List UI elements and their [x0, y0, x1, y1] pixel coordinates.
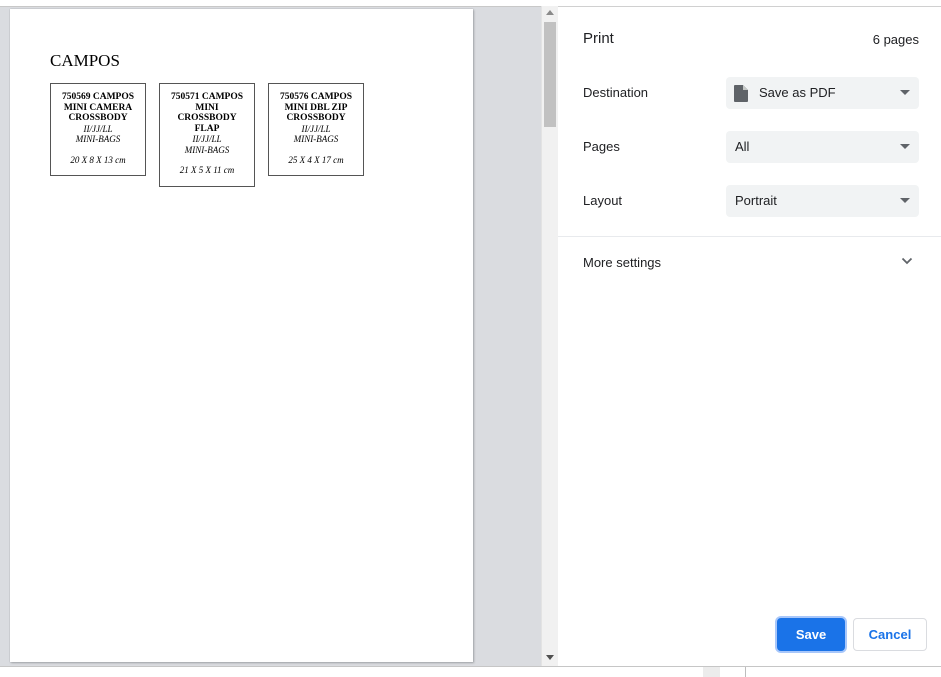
product-title: 750569 CAMPOS MINI CAMERA CROSSBODY — [61, 92, 135, 123]
product-codes: II/JJ/LL — [83, 123, 113, 134]
save-button[interactable]: Save — [777, 618, 845, 651]
more-settings-toggle[interactable]: More settings — [558, 247, 941, 277]
layout-label: Layout — [583, 193, 623, 208]
product-codes: II/JJ/LL — [192, 134, 222, 144]
product-card: 750576 CAMPOS MINI DBL ZIP CROSSBODY II/… — [268, 83, 364, 176]
destination-value: Save as PDF — [759, 85, 836, 100]
product-dimensions: 20 X 8 X 13 cm — [70, 154, 126, 165]
product-card: 750571 CAMPOS MINI CROSSBODY FLAP II/JJ/… — [159, 83, 255, 187]
dropdown-caret-icon — [900, 144, 910, 149]
destination-label: Destination — [583, 85, 649, 100]
pages-label: Pages — [583, 139, 620, 154]
product-card: 750569 CAMPOS MINI CAMERA CROSSBODY II/J… — [50, 83, 146, 176]
chevron-down-icon — [901, 257, 913, 265]
layout-value: Portrait — [735, 193, 777, 208]
bottom-divider — [745, 667, 746, 677]
document-icon — [734, 85, 748, 102]
preview-scrollbar[interactable] — [541, 6, 558, 666]
preview-page: CAMPOS 750569 CAMPOS MINI CAMERA CROSSBO… — [10, 9, 473, 662]
page-heading: CAMPOS — [50, 51, 120, 70]
destination-select[interactable]: Save as PDF — [726, 77, 919, 109]
product-dimensions: 25 X 4 X 17 cm — [288, 154, 344, 165]
product-category: MINI-BAGS — [293, 134, 339, 144]
page-count: 6 pages — [872, 32, 919, 47]
product-dimensions: 21 X 5 X 11 cm — [179, 165, 235, 175]
product-category: MINI-BAGS — [184, 144, 230, 155]
layout-select[interactable]: Portrait — [726, 185, 919, 217]
product-category: MINI-BAGS — [75, 134, 121, 144]
cancel-button[interactable]: Cancel — [853, 618, 927, 651]
scroll-up-arrow-icon[interactable] — [546, 10, 554, 15]
product-codes: II/JJ/LL — [301, 123, 331, 134]
scrollbar-thumb[interactable] — [544, 22, 556, 127]
more-settings-label: More settings — [583, 255, 662, 270]
print-title: Print — [583, 30, 614, 47]
pages-select[interactable]: All — [726, 131, 919, 163]
divider — [558, 236, 941, 237]
bottom-window-strip — [0, 666, 941, 677]
dropdown-caret-icon — [900, 90, 910, 95]
print-preview-area: CAMPOS 750569 CAMPOS MINI CAMERA CROSSBO… — [0, 6, 541, 666]
bottom-scrollbar-stub — [703, 667, 720, 677]
product-title: 750571 CAMPOS MINI CROSSBODY FLAP — [170, 92, 244, 134]
product-title: 750576 CAMPOS MINI DBL ZIP CROSSBODY — [279, 92, 353, 123]
print-settings-panel: Print 6 pages Destination Save as PDF Pa… — [558, 6, 941, 666]
dropdown-caret-icon — [900, 198, 910, 203]
scroll-down-arrow-icon[interactable] — [546, 655, 554, 660]
pages-value: All — [735, 139, 750, 154]
